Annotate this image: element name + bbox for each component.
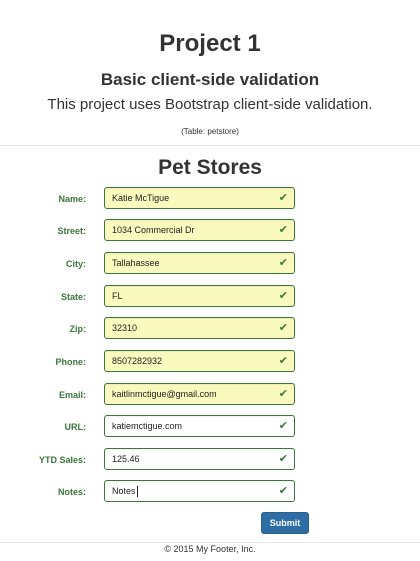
valid-check-icon: ✔ <box>278 453 288 465</box>
notes-value: Notes <box>112 486 136 496</box>
valid-check-icon: ✔ <box>278 355 288 367</box>
zip-input[interactable]: 32310 ✔ <box>104 317 295 339</box>
page-title: Project 1 <box>159 30 261 57</box>
valid-check-icon: ✔ <box>278 257 288 269</box>
state-value: FL <box>112 291 123 301</box>
email-label: Email: <box>58 390 86 400</box>
form-row-ytd-sales: YTD Sales: 125.46 ✔ <box>0 448 420 472</box>
phone-input[interactable]: 8507282932 ✔ <box>104 350 295 372</box>
form-row-zip: Zip: 32310 ✔ <box>0 317 420 341</box>
state-label: State: <box>60 292 86 302</box>
ytd-sales-value: 125.46 <box>112 454 140 464</box>
form-row-street: Street: 1034 Commercial Dr ✔ <box>0 219 420 243</box>
valid-check-icon: ✔ <box>278 485 288 497</box>
email-value: kaitlinmctigue@gmail.com <box>112 389 217 399</box>
page-subtitle: Basic client-side validation <box>100 70 320 89</box>
submit-button[interactable]: Submit <box>261 512 309 534</box>
form-row-notes: Notes: Notes ✔ <box>0 480 420 504</box>
form-row-url: URL: katiemctigue.com ✔ <box>0 415 420 439</box>
page-description: This project uses Bootstrap client-side … <box>47 96 373 113</box>
table-note: (Table: petstore) <box>181 127 239 136</box>
valid-check-icon: ✔ <box>278 290 288 302</box>
valid-check-icon: ✔ <box>278 322 288 334</box>
header-divider <box>0 145 420 146</box>
street-label: Street: <box>57 226 86 236</box>
city-input[interactable]: Tallahassee ✔ <box>104 252 295 274</box>
street-value: 1034 Commercial Dr <box>112 225 195 235</box>
phone-label: Phone: <box>55 357 87 367</box>
url-label: URL: <box>64 422 87 432</box>
ytd-sales-label: YTD Sales: <box>38 455 86 465</box>
email-input[interactable]: kaitlinmctigue@gmail.com ✔ <box>104 383 295 405</box>
zip-value: 32310 <box>112 323 138 333</box>
form-row-state: State: FL ✔ <box>0 285 420 309</box>
notes-input[interactable]: Notes ✔ <box>104 480 295 502</box>
valid-check-icon: ✔ <box>278 420 288 432</box>
city-value: Tallahassee <box>112 258 160 268</box>
form-row-name: Name: Katie McTigue ✔ <box>0 187 420 211</box>
form-row-city: City: Tallahassee ✔ <box>0 252 420 276</box>
form-row-phone: Phone: 8507282932 ✔ <box>0 350 420 374</box>
state-input[interactable]: FL ✔ <box>104 285 295 307</box>
name-value: Katie McTigue <box>112 193 170 203</box>
form-title: Pet Stores <box>158 156 262 179</box>
city-label: City: <box>66 259 86 269</box>
valid-check-icon: ✔ <box>278 388 288 400</box>
zip-label: Zip: <box>69 324 87 334</box>
url-input[interactable]: katiemctigue.com ✔ <box>104 415 295 437</box>
ytd-sales-input[interactable]: 125.46 ✔ <box>104 448 295 470</box>
form-row-email: Email: kaitlinmctigue@gmail.com ✔ <box>0 383 420 407</box>
footer-divider <box>0 542 420 543</box>
phone-value: 8507282932 <box>112 356 163 366</box>
page-footer: © 2015 My Footer, Inc. <box>164 544 256 554</box>
name-input[interactable]: Katie McTigue ✔ <box>104 187 295 209</box>
text-cursor <box>136 486 138 498</box>
valid-check-icon: ✔ <box>278 224 288 236</box>
valid-check-icon: ✔ <box>278 192 288 204</box>
notes-label: Notes: <box>57 487 86 497</box>
name-label: Name: <box>58 194 86 204</box>
url-value: katiemctigue.com <box>112 421 183 431</box>
street-input[interactable]: 1034 Commercial Dr ✔ <box>104 219 295 241</box>
